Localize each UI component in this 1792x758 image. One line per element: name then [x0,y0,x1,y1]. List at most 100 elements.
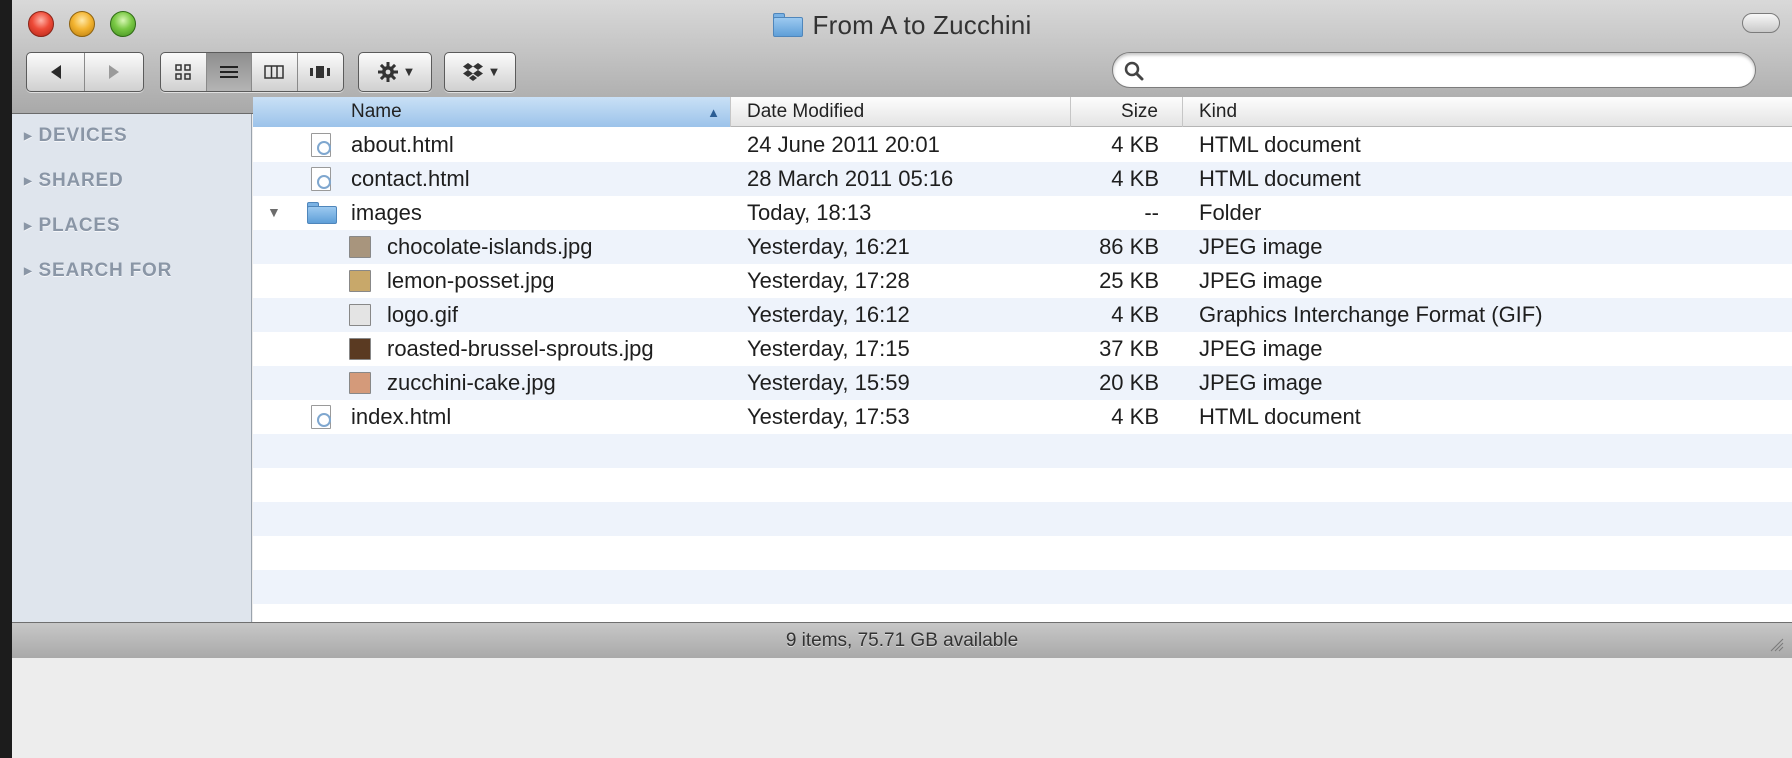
file-row[interactable]: about.html 24 June 2011 20:01 4 KB HTML doc… [253,128,1792,162]
file-size: 4 KB [1111,132,1159,157]
file-kind: Folder [1199,200,1262,225]
file-date-modified: Yesterday, 15:59 [747,370,910,395]
file-row[interactable]: zucchini-cake.jpg Yesterday, 15:59 20 KB JP… [253,366,1792,400]
disclosure-triangle-icon: ▶ [24,175,33,187]
status-bar: 9 items, 75.71 GB available [12,622,1792,658]
file-rows: about.html 24 June 2011 20:01 4 KB HTML doc… [253,128,1792,622]
jpeg-image-icon [349,236,371,258]
sidebar-section-devices[interactable]: ▶ DEVICES [24,122,128,150]
file-name: contact.html [351,166,470,191]
file-size: 20 KB [1099,370,1159,395]
file-name: chocolate-islands.jpg [387,234,593,259]
navigation-buttons [26,52,144,92]
file-date-modified: 24 June 2011 20:01 [747,132,940,157]
file-size: 4 KB [1111,302,1159,327]
empty-row [253,434,1792,468]
action-menu-button[interactable]: ▼ [358,52,432,92]
gear-icon [378,62,399,82]
sidebar-section-shared[interactable]: ▶ SHARED [24,167,124,195]
file-row[interactable]: chocolate-islands.jpg Yesterday, 16:21 86 … [253,230,1792,264]
list-view-button[interactable] [206,53,252,91]
empty-row [253,502,1792,536]
file-size: 4 KB [1111,166,1159,191]
search-field[interactable] [1112,52,1756,88]
sidebar-section-search-for[interactable]: ▶ SEARCH FOR [24,257,172,285]
forward-button[interactable] [85,53,143,91]
search-input[interactable] [1153,58,1743,82]
column-header-date-modified[interactable]: Date Modified [731,97,1071,127]
dropbox-icon [463,63,484,81]
empty-row [253,604,1792,622]
file-size: -- [1144,200,1159,225]
icon-view-button[interactable] [161,53,207,91]
column-header-name[interactable]: Name ▲ [253,97,731,127]
disclosure-triangle-icon: ▶ [24,265,33,277]
jpeg-image-icon [349,338,371,360]
file-date-modified: 28 March 2011 05:16 [747,166,954,191]
toolbar-toggle-button[interactable] [1742,13,1780,33]
file-row[interactable]: logo.gif Yesterday, 16:12 4 KB Graphics Int… [253,298,1792,332]
disclosure-triangle-icon: ▶ [24,130,33,142]
file-size: 37 KB [1099,336,1159,361]
column-header-kind[interactable]: Kind [1183,97,1792,127]
sidebar-section-label: SEARCH FOR [38,260,173,281]
sort-ascending-icon: ▲ [707,104,720,120]
file-row[interactable]: lemon-posset.jpg Yesterday, 17:28 25 KB JPE… [253,264,1792,298]
file-list: Name ▲ Date Modified Size Kind about.htm… [253,97,1792,622]
html-document-icon [311,167,331,191]
file-size: 86 KB [1099,234,1159,259]
view-mode-buttons [160,52,344,92]
icon-view-icon [175,64,191,80]
disclosure-triangle-icon: ▶ [24,220,33,232]
file-name: zucchini-cake.jpg [387,370,556,395]
jpeg-image-icon [349,372,371,394]
html-document-icon [311,133,331,157]
cover-flow-view-icon [310,66,331,78]
disclosure-triangle-icon[interactable]: ▼ [267,204,281,220]
empty-row [253,536,1792,570]
file-size: 25 KB [1099,268,1159,293]
file-row[interactable]: index.html Yesterday, 17:53 4 KB HTML docum… [253,400,1792,434]
file-kind: HTML document [1199,166,1361,191]
cover-flow-view-button[interactable] [298,53,343,91]
file-name: lemon-posset.jpg [387,268,555,293]
column-headers: Name ▲ Date Modified Size Kind [253,97,1792,127]
file-kind: JPEG image [1199,234,1323,259]
back-arrow-icon [50,65,61,79]
chevron-down-icon: ▼ [405,66,413,78]
sidebar: ▶ DEVICES ▶ SHARED ▶ PLACES ▶ SEARCH FOR [12,114,252,622]
resize-grip-icon[interactable] [1768,636,1784,652]
file-kind: HTML document [1199,132,1361,157]
sidebar-section-label: PLACES [38,215,121,236]
list-view-icon [219,66,238,78]
chevron-down-icon: ▼ [490,66,498,78]
finder-window: From A to Zucchini ▼ ▼ ▶ DEVICES ▶ SHARE… [12,0,1792,758]
sidebar-section-places[interactable]: ▶ PLACES [24,212,120,240]
file-name: about.html [351,132,454,157]
back-button[interactable] [27,53,85,91]
html-document-icon [311,405,331,429]
file-kind: Graphics Interchange Format (GIF) [1199,302,1543,327]
file-kind: HTML document [1199,404,1361,429]
file-date-modified: Yesterday, 17:28 [747,268,910,293]
file-size: 4 KB [1111,404,1159,429]
file-date-modified: Yesterday, 16:21 [747,234,910,259]
file-date-modified: Yesterday, 17:53 [747,404,910,429]
file-row[interactable]: contact.html 28 March 2011 05:16 4 KB HTML … [253,162,1792,196]
window-title: From A to Zucchini [812,9,1032,40]
file-date-modified: Yesterday, 16:12 [747,302,910,327]
column-view-button[interactable] [252,53,298,91]
dropbox-menu-button[interactable]: ▼ [444,52,516,92]
column-view-icon [264,65,284,79]
file-name: images [351,200,422,225]
file-row[interactable]: roasted-brussel-sprouts.jpg Yesterday, 17… [253,332,1792,366]
file-row[interactable]: ▼ images Today, 18:13 -- Folder [253,196,1792,230]
column-header-size[interactable]: Size [1071,97,1183,127]
file-kind: JPEG image [1199,370,1323,395]
file-kind: JPEG image [1199,336,1323,361]
empty-row [253,570,1792,604]
file-name: logo.gif [387,302,458,327]
file-date-modified: Yesterday, 17:15 [747,336,910,361]
folder-icon [772,13,803,37]
file-name: roasted-brussel-sprouts.jpg [387,336,654,361]
